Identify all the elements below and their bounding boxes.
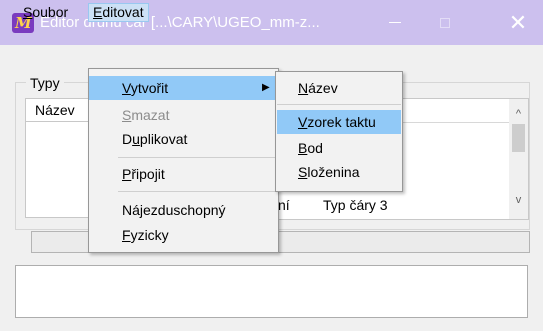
label-post: řipojit xyxy=(131,166,165,182)
label-post: yzicky xyxy=(130,227,169,243)
accel-key: F xyxy=(122,227,131,243)
menu-item-vytvorit-highlight[interactable] xyxy=(89,76,278,100)
label-post: mazat xyxy=(131,107,170,123)
label-post: loženina xyxy=(307,164,360,180)
menu-item-pripojit[interactable]: Připojit xyxy=(122,162,165,186)
accel-key: S xyxy=(298,164,308,180)
accel-key: S xyxy=(23,4,33,20)
scroll-thumb[interactable] xyxy=(512,124,525,152)
close-button[interactable]: ✕ xyxy=(493,0,543,45)
menu-bar xyxy=(0,45,543,69)
submenu-item-slozenina[interactable]: Složenina xyxy=(298,160,360,184)
menu-soubor[interactable]: Soubor xyxy=(19,3,72,22)
menu-item-smazat: Smazat xyxy=(122,103,169,127)
accel-key: S xyxy=(122,107,132,123)
list-cell[interactable]: Typ čáry 3 xyxy=(323,195,388,215)
minimize-button[interactable] xyxy=(370,0,420,45)
scroll-down-icon[interactable]: v xyxy=(509,190,528,210)
accel-key: N xyxy=(298,80,309,96)
accel-key: V xyxy=(122,80,131,96)
menu-separator xyxy=(118,157,276,158)
menu-item-vytvorit[interactable]: Vytvořit xyxy=(122,76,168,100)
submenu-item-vzorek-taktu[interactable]: Vzorek taktu xyxy=(298,110,376,134)
label-post: ázev xyxy=(308,80,338,96)
preview-area xyxy=(15,265,528,318)
accel-key: P xyxy=(122,166,132,182)
window-title: Editor druhů čar [...\CARY\UGEO_mm-z... xyxy=(40,14,320,31)
label-pre: Nájezduschopný xyxy=(122,202,226,218)
submenu-item-nazev[interactable]: Název xyxy=(298,76,338,100)
scroll-up-icon[interactable]: ^ xyxy=(509,104,528,124)
menu-item-fyzicky[interactable]: Fyzicky xyxy=(122,223,169,247)
accel-key: B xyxy=(298,140,308,156)
menu-editovat[interactable]: Editovat xyxy=(88,3,149,22)
submenu-item-bod[interactable]: Bod xyxy=(298,136,323,160)
menu-item-duplikovat[interactable]: Duplikovat xyxy=(122,127,187,151)
menu-item-najezduschopny[interactable]: Nájezduschopný xyxy=(122,198,226,222)
label-pre: D xyxy=(122,131,133,147)
menu-separator xyxy=(118,191,276,192)
label-post: ditovat xyxy=(102,4,144,20)
submenu-arrow-icon: ▶ xyxy=(262,82,270,93)
list-cell[interactable]: ní xyxy=(278,195,290,215)
maximize-icon xyxy=(440,17,450,28)
label-post: plikovat xyxy=(139,131,188,147)
minimize-icon xyxy=(389,22,401,23)
accel-key: V xyxy=(298,114,308,130)
label-post: ytvořit xyxy=(130,80,169,96)
accel-key: E xyxy=(93,4,103,20)
label-post: zorek taktu xyxy=(307,114,376,130)
label-post: oubor xyxy=(32,4,69,20)
label-post: od xyxy=(307,140,323,156)
menu-separator xyxy=(277,104,401,105)
maximize-button[interactable] xyxy=(420,0,470,45)
accel-key: u xyxy=(132,131,140,147)
types-group-label: Typy xyxy=(26,74,64,92)
close-icon: ✕ xyxy=(508,9,528,35)
